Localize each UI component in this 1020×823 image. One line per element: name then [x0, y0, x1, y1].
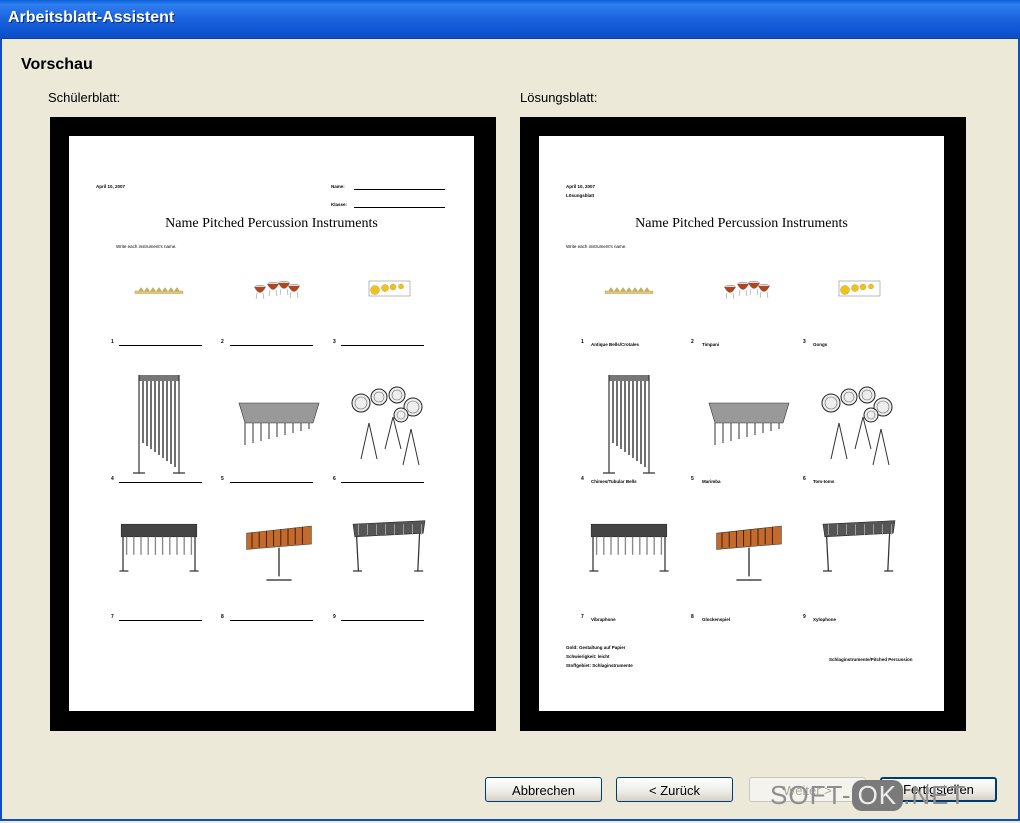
- cancel-button[interactable]: Abbrechen: [485, 777, 602, 802]
- question-number: 6: [333, 476, 336, 482]
- answer-line: [119, 482, 202, 483]
- answer-line: [119, 620, 202, 621]
- date-text: April 10, 2007: [96, 184, 126, 189]
- instrument-illustration: [716, 525, 782, 581]
- question-number: 7: [581, 614, 584, 620]
- worksheet-title: Name Pitched Percussion Instruments: [165, 216, 378, 231]
- section-title: Vorschau: [21, 56, 93, 73]
- question-number: 5: [221, 476, 224, 482]
- name-line: [354, 189, 445, 190]
- answer-line: [341, 620, 424, 621]
- answer-line: [230, 620, 313, 621]
- instrument-illustration: [822, 520, 896, 572]
- question-number: 6: [803, 476, 806, 482]
- instrument-illustration: [351, 386, 423, 466]
- answer-line: [341, 482, 424, 483]
- question-number: 8: [221, 614, 224, 620]
- question-number: 5: [691, 476, 694, 482]
- watermark: SOFT- OK .NET: [770, 780, 966, 811]
- instrument-illustration: [352, 520, 426, 572]
- answer-text: Gongs: [813, 342, 828, 347]
- instrument-illustration: [254, 281, 300, 300]
- instrument-illustration: [821, 386, 893, 466]
- question-number: 4: [111, 476, 114, 482]
- watermark-left: SOFT-: [770, 780, 852, 810]
- solution-page: April 10, 2007 Lösungsblatt Name Pitched…: [539, 136, 944, 711]
- question-number: 9: [803, 614, 806, 620]
- title-bar[interactable]: Arbeitsblatt-Assistent: [0, 0, 1020, 39]
- class-line: [354, 207, 445, 208]
- name-label: Name:: [331, 184, 345, 189]
- student-page: April 10, 2007 Name: Klasse: Name Pitche…: [69, 136, 474, 711]
- answer-line: [230, 345, 313, 346]
- question-number: 9: [333, 614, 336, 620]
- solution-sheet-label: Lösungsblatt:: [520, 90, 598, 105]
- question-number: 2: [221, 339, 224, 345]
- back-button[interactable]: < Zurück: [616, 777, 733, 802]
- answer-text: Tom-toms: [813, 479, 835, 484]
- solution-sheet-preview: April 10, 2007 Lösungsblatt Name Pitched…: [520, 117, 966, 731]
- footer-left-3: Stoffgebiet: Schlaginstrumente: [566, 663, 633, 668]
- answer-text: Glockenspiel: [702, 617, 731, 622]
- question-number: 3: [803, 339, 806, 345]
- instrument-illustration: [246, 525, 312, 581]
- worksheet-title: Name Pitched Percussion Instruments: [635, 216, 848, 231]
- instrument-illustration: [838, 280, 881, 297]
- question-number: 8: [691, 614, 694, 620]
- answer-text: Chimes/Tubular Bells: [591, 479, 637, 484]
- answer-text: Marimba: [702, 479, 721, 484]
- footer-right: Schlaginstrumente/Pitched Percussion: [829, 657, 913, 662]
- instrument-illustration: [589, 523, 669, 572]
- question-number: 1: [581, 339, 584, 345]
- instrument-illustration: [238, 402, 320, 445]
- instrument-illustration: [603, 375, 655, 474]
- answer-text: Timpani: [702, 342, 720, 347]
- footer-left-1: Gold: Gestaltung auf Papier: [566, 645, 626, 650]
- instrument-illustration: [604, 287, 654, 294]
- question-number: 2: [691, 339, 694, 345]
- question-number: 3: [333, 339, 336, 345]
- question-number: 4: [581, 476, 584, 482]
- instruction-text: Write each instrument's name.: [116, 244, 177, 249]
- student-sheet-label: Schülerblatt:: [48, 90, 121, 105]
- instrument-illustration: [134, 287, 184, 294]
- instrument-illustration: [708, 402, 790, 445]
- answer-text: Antique Bells/Crotales: [591, 342, 640, 347]
- footer-left-2: Schwierigkeit: leicht: [566, 654, 610, 659]
- instruction-text: Write each instrument's name.: [566, 244, 627, 249]
- watermark-ok: OK: [851, 780, 904, 811]
- watermark-right: .NET: [903, 780, 967, 810]
- class-label: Klasse:: [331, 202, 348, 207]
- answer-line: [341, 345, 424, 346]
- instrument-illustration: [119, 523, 199, 572]
- answer-line: [230, 482, 313, 483]
- instrument-illustration: [724, 281, 770, 300]
- student-sheet-preview: April 10, 2007 Name: Klasse: Name Pitche…: [50, 117, 496, 731]
- answer-text: Vibraphone: [591, 617, 616, 622]
- question-number: 1: [111, 339, 114, 345]
- window-title: Arbeitsblatt-Assistent: [8, 9, 175, 26]
- question-number: 7: [111, 614, 114, 620]
- answer-line: [119, 345, 202, 346]
- instrument-illustration: [133, 375, 185, 474]
- answer-text: Xylophone: [813, 617, 837, 622]
- instrument-illustration: [368, 280, 411, 297]
- date-text: April 10, 2007: [566, 184, 596, 189]
- solution-tag: Lösungsblatt: [566, 193, 595, 198]
